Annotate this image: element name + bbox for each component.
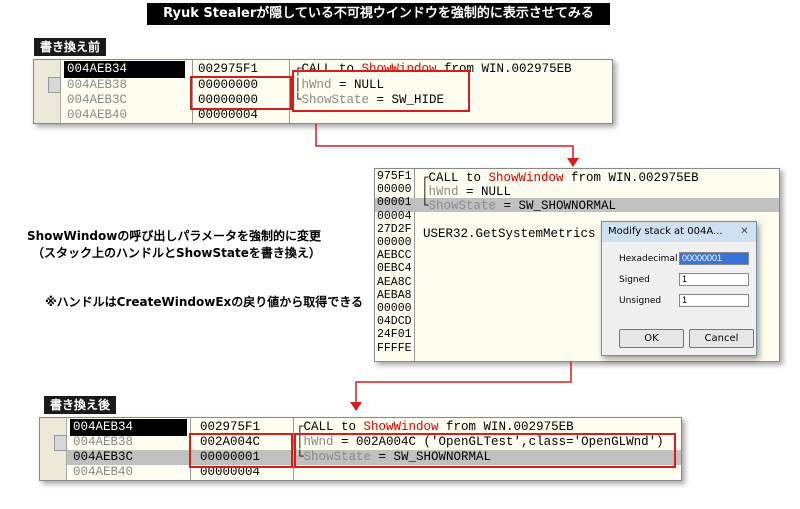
- flow-arrows: [315, 124, 579, 411]
